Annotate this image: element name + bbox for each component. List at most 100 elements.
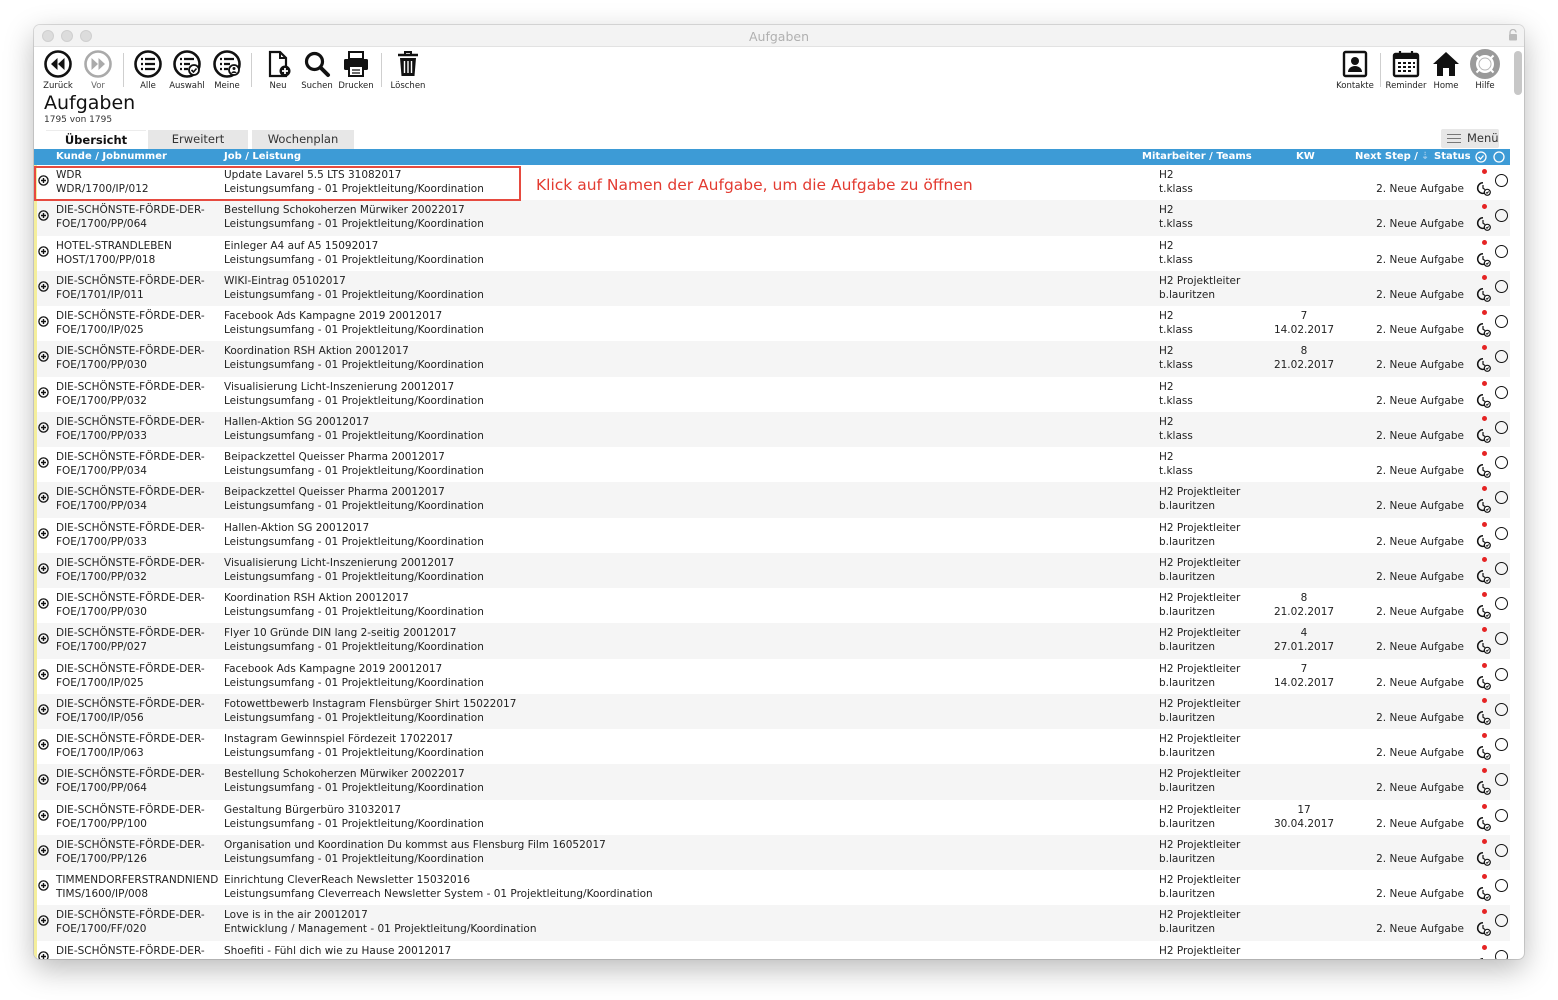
job-cell[interactable]: Koordination RSH Aktion 20012017 Leistung… xyxy=(224,591,484,619)
status-clock-icon[interactable] xyxy=(1476,322,1491,337)
task-name-link[interactable]: Flyer 10 Gründe DIN lang 2-seitig 200120… xyxy=(224,626,484,640)
task-name-link[interactable]: Einleger A4 auf A5 15092017 xyxy=(224,239,484,253)
status-clock-icon[interactable] xyxy=(1476,357,1491,373)
job-cell[interactable]: Gestaltung Bürgerbüro 31032017 Leistungsu… xyxy=(224,803,484,831)
table-row[interactable]: DIE-SCHÖNSTE-FÖRDE-DER- FOE/1700/PP/100 Ge… xyxy=(34,799,1510,835)
column-header-kw[interactable]: KW xyxy=(1296,151,1315,162)
task-name-link[interactable]: Fotowettbewerb Instagram Flensbürger Shi… xyxy=(224,697,516,711)
table-row[interactable]: DIE-SCHÖNSTE-FÖRDE-DER- FOE/1700/PP/126 Or… xyxy=(34,834,1510,870)
job-cell[interactable]: Organisation und Koordination Du kommst … xyxy=(224,838,606,866)
status-clock-icon[interactable] xyxy=(1476,957,1491,960)
table-row[interactable]: DIE-SCHÖNSTE-FÖRDE-DER- FOE/1700/PP/064 Be… xyxy=(34,200,1510,236)
task-name-link[interactable]: Facebook Ads Kampagne 2019 20012017 xyxy=(224,662,484,676)
expand-plus-icon[interactable] xyxy=(38,281,49,292)
expand-plus-icon[interactable] xyxy=(38,563,49,574)
status-clock-icon[interactable] xyxy=(1476,569,1491,584)
expand-plus-icon[interactable] xyxy=(38,210,49,221)
task-name-link[interactable]: Bestellung Schokoherzen Mürwiker 2002201… xyxy=(224,767,484,781)
status-toggle-circle[interactable] xyxy=(1495,632,1508,646)
back-button[interactable]: Zurück xyxy=(37,49,79,91)
expand-plus-icon[interactable] xyxy=(38,845,49,856)
kunde-cell[interactable]: DIE-SCHÖNSTE-FÖRDE-DER- FOE/1700/PP/032 xyxy=(56,380,205,408)
expand-plus-icon[interactable] xyxy=(38,809,49,821)
status-toggle-circle[interactable] xyxy=(1495,315,1508,328)
job-cell[interactable]: Einrichtung CleverReach Newsletter 15032… xyxy=(224,873,653,901)
expand-plus-icon[interactable] xyxy=(38,386,49,398)
job-cell[interactable]: Instagram Gewinnspiel Fördezeit 17022017… xyxy=(224,732,484,760)
expand-plus-icon[interactable] xyxy=(38,457,49,468)
column-header-status[interactable]: Status xyxy=(1434,151,1471,162)
status-toggle-circle[interactable] xyxy=(1495,702,1508,716)
expand-plus-icon[interactable] xyxy=(38,492,49,503)
vertical-scrollbar[interactable] xyxy=(1514,51,1522,95)
status-clock-icon[interactable] xyxy=(1476,287,1491,302)
status-toggle-circle[interactable] xyxy=(1495,773,1508,787)
help-button[interactable]: Hilfe xyxy=(1464,49,1506,91)
task-name-link[interactable]: Hallen-Aktion SG 20012017 xyxy=(224,521,484,535)
job-cell[interactable]: Love is in the air 20012017 Entwicklung /… xyxy=(224,908,536,936)
status-toggle-circle[interactable] xyxy=(1495,843,1508,857)
status-clock-icon[interactable] xyxy=(1476,780,1491,796)
kunde-cell[interactable]: DIE-SCHÖNSTE-FÖRDE-DER- FOE/1700/IP/056 xyxy=(56,697,205,725)
status-toggle-circle[interactable] xyxy=(1495,526,1508,540)
job-cell[interactable]: Flyer 10 Gründe DIN lang 2-seitig 200120… xyxy=(224,626,484,654)
status-toggle-circle[interactable] xyxy=(1495,456,1508,469)
status-toggle-circle[interactable] xyxy=(1495,174,1508,187)
table-row[interactable]: DIE-SCHÖNSTE-FÖRDE-DER- FOE/1700/PP/032 Vi… xyxy=(34,552,1510,588)
status-clock-icon[interactable] xyxy=(1476,745,1491,760)
task-name-link[interactable]: Hallen-Aktion SG 20012017 xyxy=(224,415,484,429)
expand-plus-icon[interactable] xyxy=(38,950,49,960)
kunde-cell[interactable]: DIE-SCHÖNSTE-FÖRDE-DER- FOE/1700/FF/020 xyxy=(56,908,205,936)
table-row[interactable]: DIE-SCHÖNSTE-FÖRDE-DER- FOE/1700/PP/030 Ko… xyxy=(34,588,1510,624)
status-toggle-circle[interactable] xyxy=(1495,949,1508,959)
status-clock-icon[interactable] xyxy=(1476,463,1491,478)
expand-plus-icon[interactable] xyxy=(38,739,49,750)
home-button[interactable]: Home xyxy=(1425,49,1467,91)
job-cell[interactable]: Hallen-Aktion SG 20012017 Leistungsumfang… xyxy=(224,415,484,443)
selection-button[interactable]: Auswahl xyxy=(166,49,208,91)
kunde-cell[interactable]: DIE-SCHÖNSTE-FÖRDE-DER- FOE/1700/PP/033 xyxy=(56,415,205,443)
table-row[interactable]: DIE-SCHÖNSTE-FÖRDE-DER- FOE/1700/IP/025 Fa… xyxy=(34,658,1510,694)
task-name-link[interactable]: Instagram Gewinnspiel Fördezeit 17022017 xyxy=(224,732,484,746)
status-clock-icon[interactable] xyxy=(1476,710,1491,725)
task-name-link[interactable]: Visualisierung Licht-Inszenierung 200120… xyxy=(224,556,484,570)
kunde-cell[interactable]: DIE-SCHÖNSTE-FÖRDE-DER- xyxy=(56,944,205,958)
task-name-link[interactable]: Love is in the air 20012017 xyxy=(224,908,536,922)
task-name-link[interactable]: Beipackzettel Queisser Pharma 20012017 xyxy=(224,450,484,464)
expand-plus-icon[interactable] xyxy=(38,422,49,433)
job-cell[interactable]: Bestellung Schokoherzen Mürwiker 2002201… xyxy=(224,767,484,795)
expand-plus-icon[interactable] xyxy=(38,668,49,680)
circle-icon[interactable] xyxy=(1493,151,1505,163)
table-row[interactable]: DIE-SCHÖNSTE-FÖRDE-DER- FOE/1700/PP/034 Be… xyxy=(34,482,1510,518)
expand-plus-icon[interactable] xyxy=(38,351,49,362)
status-toggle-circle[interactable] xyxy=(1495,914,1508,928)
table-row[interactable]: TIMMENDORFERSTRANDNIEND TIMS/1600/IP/008 E… xyxy=(34,870,1510,906)
expand-plus-icon[interactable] xyxy=(38,704,49,715)
job-cell[interactable]: Beipackzettel Queisser Pharma 20012017 Le… xyxy=(224,485,484,513)
table-row[interactable]: DIE-SCHÖNSTE-FÖRDE-DER- Shoefiti - Fühl d… xyxy=(34,940,1510,960)
expand-plus-icon[interactable] xyxy=(38,880,49,891)
status-toggle-circle[interactable] xyxy=(1495,279,1508,293)
status-toggle-circle[interactable] xyxy=(1495,491,1508,505)
task-name-link[interactable]: Bestellung Schokoherzen Mürwiker 2002201… xyxy=(224,203,484,217)
task-name-link[interactable]: WIKI-Eintrag 05102017 xyxy=(224,274,484,288)
status-clock-icon[interactable] xyxy=(1476,252,1491,267)
tab-erweitert[interactable]: Erweitert xyxy=(148,130,248,149)
job-cell[interactable]: Einleger A4 auf A5 15092017 Leistungsumfa… xyxy=(224,239,484,267)
status-toggle-circle[interactable] xyxy=(1495,209,1508,223)
kunde-cell[interactable]: DIE-SCHÖNSTE-FÖRDE-DER- FOE/1700/PP/034 xyxy=(56,450,205,478)
status-toggle-circle[interactable] xyxy=(1495,667,1508,681)
table-row[interactable]: DIE-SCHÖNSTE-FÖRDE-DER- FOE/1701/IP/011 WI… xyxy=(34,270,1510,306)
status-clock-icon[interactable] xyxy=(1476,675,1491,690)
job-cell[interactable]: Hallen-Aktion SG 20012017 Leistungsumfang… xyxy=(224,521,484,549)
table-row[interactable]: DIE-SCHÖNSTE-FÖRDE-DER- FOE/1700/IP/025 Fa… xyxy=(34,306,1510,342)
job-cell[interactable]: Koordination RSH Aktion 20012017 Leistung… xyxy=(224,344,484,372)
check-circle-icon[interactable] xyxy=(1475,151,1487,163)
kunde-cell[interactable]: HOTEL-STRANDLEBEN HOST/1700/PP/018 xyxy=(56,239,172,267)
job-cell[interactable]: WIKI-Eintrag 05102017 Leistungsumfang - 0… xyxy=(224,274,484,302)
status-toggle-circle[interactable] xyxy=(1495,244,1508,258)
task-name-link[interactable]: Koordination RSH Aktion 20012017 xyxy=(224,591,484,605)
table-row[interactable]: DIE-SCHÖNSTE-FÖRDE-DER- FOE/1700/PP/032 Vi… xyxy=(34,376,1510,412)
expand-plus-icon[interactable] xyxy=(38,774,49,785)
table-row[interactable]: DIE-SCHÖNSTE-FÖRDE-DER- FOE/1700/IP/063 In… xyxy=(34,729,1510,765)
